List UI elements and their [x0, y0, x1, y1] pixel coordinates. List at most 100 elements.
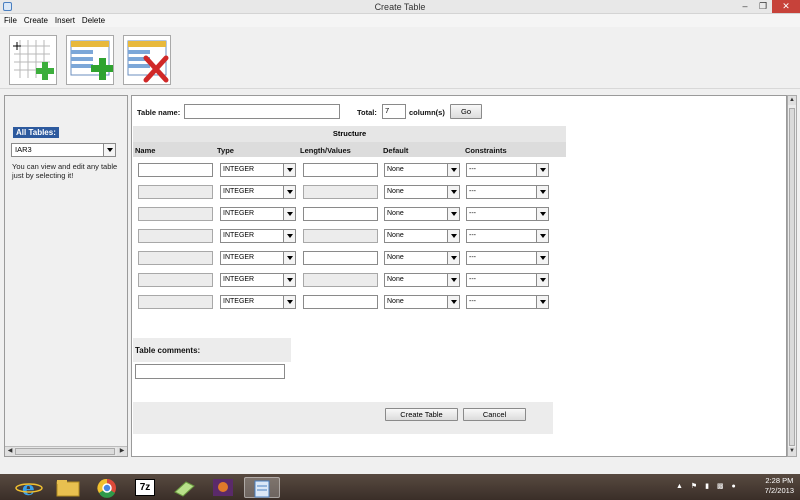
constraints-select[interactable]: ---: [466, 163, 549, 177]
file-explorer-icon[interactable]: [50, 477, 86, 498]
window-title: Create Table: [374, 2, 426, 12]
table-name-input[interactable]: [184, 104, 340, 119]
ie-icon[interactable]: e: [14, 476, 44, 500]
total-columns-input[interactable]: 7: [382, 104, 406, 119]
constraints-select[interactable]: ---: [466, 207, 549, 221]
restore-button[interactable]: ❐: [752, 0, 774, 13]
default-select[interactable]: None: [384, 229, 460, 243]
header-default: Default: [383, 146, 409, 155]
chevron-down-icon[interactable]: [536, 208, 548, 220]
column-name-input[interactable]: [138, 229, 213, 243]
chevron-down-icon[interactable]: [447, 164, 459, 176]
scroll-down-icon[interactable]: ▼: [788, 447, 796, 456]
menu-insert[interactable]: Insert: [51, 14, 78, 25]
clock[interactable]: 2:28 PM 7/2/2013: [765, 476, 794, 496]
column-header-row: Name Type Length/Values Default Constrai…: [133, 142, 566, 157]
length-values-input[interactable]: [303, 273, 378, 287]
chevron-down-icon[interactable]: [536, 274, 548, 286]
help-text: You can view and edit any table just by …: [12, 162, 118, 180]
type-select[interactable]: INTEGER: [220, 251, 296, 265]
constraints-select[interactable]: ---: [466, 295, 549, 309]
column-name-input[interactable]: [138, 251, 213, 265]
chevron-down-icon[interactable]: [103, 144, 115, 156]
total-label: Total:: [357, 108, 377, 117]
constraints-select[interactable]: ---: [466, 273, 549, 287]
add-table-button[interactable]: [66, 35, 114, 85]
notepad-icon[interactable]: [166, 477, 202, 498]
type-select[interactable]: INTEGER: [220, 163, 296, 177]
column-name-input[interactable]: [138, 273, 213, 287]
constraints-select[interactable]: ---: [466, 229, 549, 243]
chevron-down-icon[interactable]: [536, 296, 548, 308]
chrome-icon[interactable]: [89, 477, 125, 498]
vertical-scroll-thumb[interactable]: [789, 108, 795, 446]
left-horizontal-scrollbar[interactable]: ◀ ▶: [5, 446, 127, 456]
constraints-select[interactable]: ---: [466, 251, 549, 265]
chevron-down-icon[interactable]: [283, 164, 295, 176]
column-name-input[interactable]: [138, 163, 213, 177]
chevron-down-icon[interactable]: [283, 296, 295, 308]
column-name-input[interactable]: [138, 295, 213, 309]
chevron-down-icon[interactable]: [447, 208, 459, 220]
chevron-down-icon[interactable]: [536, 230, 548, 242]
default-select[interactable]: None: [384, 251, 460, 265]
chevron-down-icon[interactable]: [447, 230, 459, 242]
chevron-down-icon[interactable]: [283, 252, 295, 264]
scroll-up-icon[interactable]: ▲: [788, 96, 796, 105]
constraints-select-value: ---: [469, 232, 476, 239]
type-select[interactable]: INTEGER: [220, 207, 296, 221]
create-table-app-taskbar-icon[interactable]: [244, 477, 280, 498]
main-vertical-scrollbar[interactable]: ▲ ▼: [787, 95, 797, 457]
length-values-input[interactable]: [303, 251, 378, 265]
scroll-right-icon[interactable]: ▶: [117, 447, 127, 456]
scroll-left-icon[interactable]: ◀: [5, 447, 15, 456]
type-select-value: INTEGER: [223, 232, 255, 239]
system-tray-icons[interactable]: ▲ ⚑ ▮ ▩ ●: [676, 482, 739, 490]
length-values-input[interactable]: [303, 163, 378, 177]
chevron-down-icon[interactable]: [536, 164, 548, 176]
default-select[interactable]: None: [384, 273, 460, 287]
new-table-button[interactable]: [9, 35, 57, 85]
menu-create[interactable]: Create: [20, 14, 51, 25]
constraints-select-value: ---: [469, 210, 476, 217]
chevron-down-icon[interactable]: [283, 230, 295, 242]
cancel-button[interactable]: Cancel: [463, 408, 526, 421]
default-select[interactable]: None: [384, 207, 460, 221]
chevron-down-icon[interactable]: [536, 252, 548, 264]
column-name-input[interactable]: [138, 185, 213, 199]
length-values-input[interactable]: [303, 185, 378, 199]
table-comments-input[interactable]: [135, 364, 285, 379]
chevron-down-icon[interactable]: [447, 252, 459, 264]
go-button[interactable]: Go: [450, 104, 482, 119]
column-name-input[interactable]: [138, 207, 213, 221]
game-app-icon[interactable]: [205, 477, 241, 498]
type-select[interactable]: INTEGER: [220, 273, 296, 287]
scroll-thumb[interactable]: [15, 448, 115, 455]
length-values-input[interactable]: [303, 229, 378, 243]
chevron-down-icon[interactable]: [283, 208, 295, 220]
length-values-input[interactable]: [303, 207, 378, 221]
delete-table-button[interactable]: [123, 35, 171, 85]
constraints-select[interactable]: ---: [466, 185, 549, 199]
default-select[interactable]: None: [384, 185, 460, 199]
chevron-down-icon[interactable]: [447, 186, 459, 198]
default-select[interactable]: None: [384, 163, 460, 177]
chevron-down-icon[interactable]: [536, 186, 548, 198]
type-select[interactable]: INTEGER: [220, 295, 296, 309]
table-select[interactable]: IAR3: [11, 143, 116, 157]
chevron-down-icon[interactable]: [447, 296, 459, 308]
default-select-value: None: [387, 166, 404, 173]
close-button[interactable]: ✕: [772, 0, 800, 13]
length-values-input[interactable]: [303, 295, 378, 309]
7zip-icon[interactable]: 7z: [128, 477, 164, 498]
menu-file[interactable]: File: [0, 14, 20, 25]
chevron-down-icon[interactable]: [447, 274, 459, 286]
chevron-down-icon[interactable]: [283, 274, 295, 286]
chevron-down-icon[interactable]: [283, 186, 295, 198]
default-select[interactable]: None: [384, 295, 460, 309]
menu-delete[interactable]: Delete: [78, 14, 108, 25]
type-select[interactable]: INTEGER: [220, 229, 296, 243]
create-table-button[interactable]: Create Table: [385, 408, 458, 421]
clock-time: 2:28 PM: [765, 476, 794, 485]
type-select[interactable]: INTEGER: [220, 185, 296, 199]
